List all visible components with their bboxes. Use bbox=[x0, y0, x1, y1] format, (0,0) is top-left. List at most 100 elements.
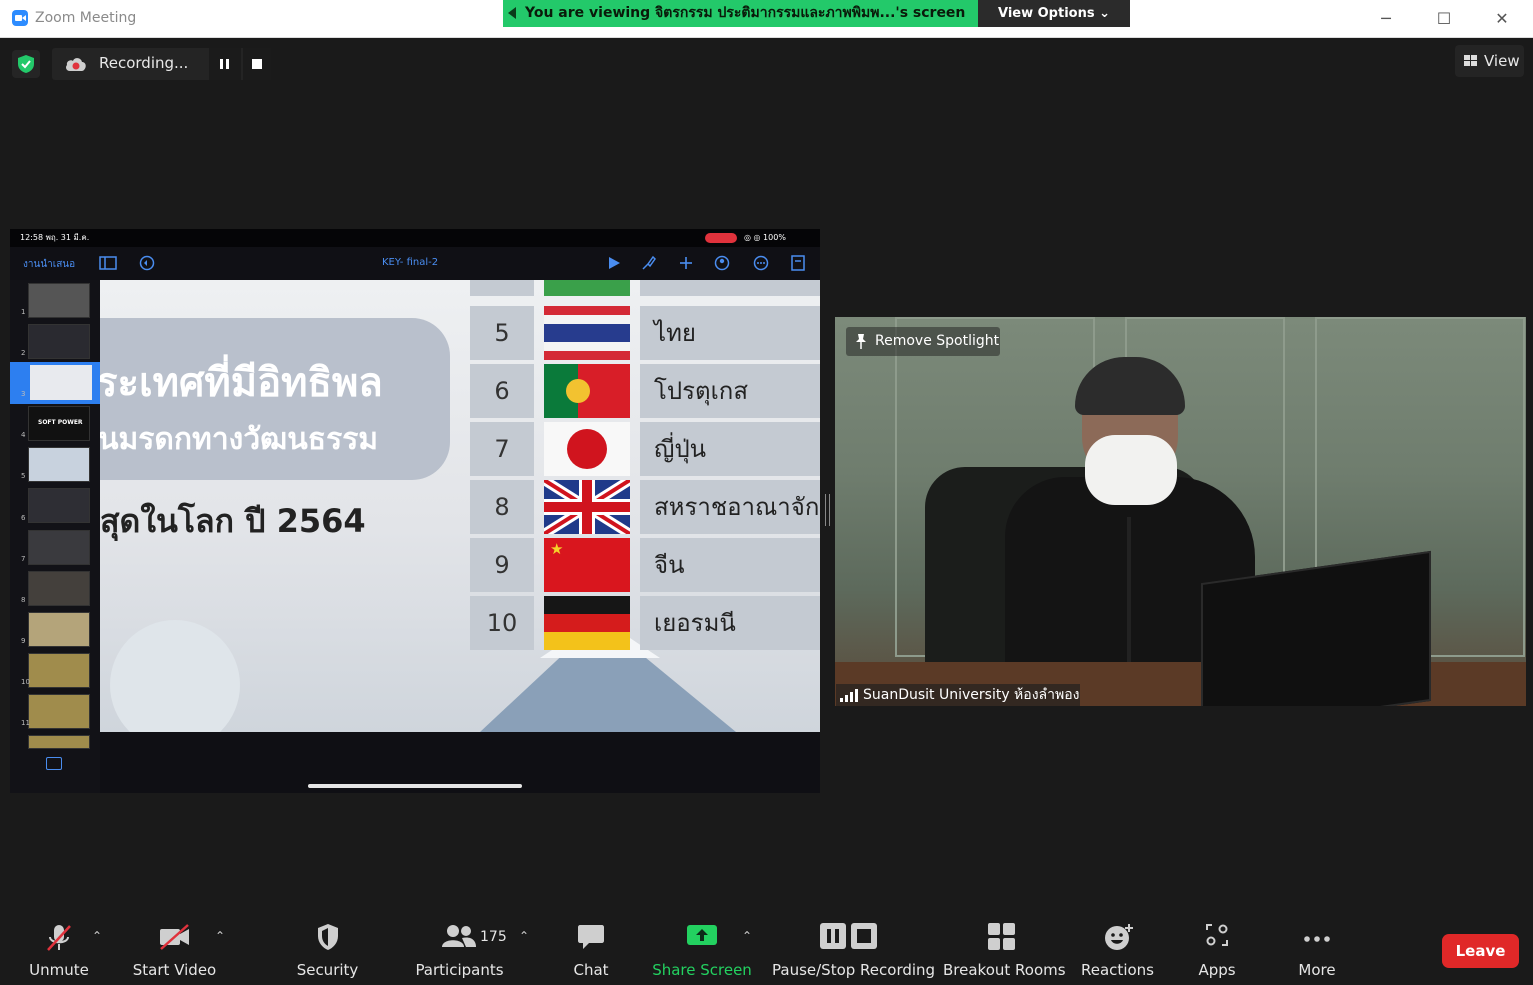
stop-recording-button[interactable] bbox=[243, 48, 271, 80]
thumb-number: 2 bbox=[21, 349, 26, 357]
participants-label: Participants bbox=[415, 961, 504, 979]
viewing-share-text: You are viewing จิตรกรรม ประติมากรรมและภ… bbox=[525, 5, 966, 21]
participants-options-caret[interactable]: ⌃ bbox=[519, 929, 529, 943]
collaborate-icon bbox=[714, 255, 730, 271]
country-name: ไทย bbox=[640, 306, 820, 360]
rank-number: 10 bbox=[470, 596, 534, 650]
more-label: More bbox=[1298, 961, 1336, 979]
microphone-muted-icon bbox=[47, 925, 71, 951]
undo-icon bbox=[139, 255, 155, 271]
grid-view-icon bbox=[1464, 55, 1477, 66]
pane-resize-handle[interactable] bbox=[825, 494, 830, 526]
cloud-recording-icon bbox=[66, 58, 86, 71]
thumb-number: 10 bbox=[21, 678, 30, 686]
slide-thumbnail[interactable] bbox=[28, 488, 90, 523]
rank-number: 7 bbox=[470, 422, 534, 476]
participant-name-tag: SuanDusit University ห้องลำพอง bbox=[836, 684, 1080, 706]
start-video-button[interactable]: Start Video bbox=[132, 905, 217, 985]
slide-thumbnail[interactable] bbox=[28, 694, 90, 729]
participants-icon bbox=[442, 925, 476, 947]
pause-recording-button[interactable] bbox=[209, 48, 241, 80]
rank-number bbox=[470, 280, 534, 296]
sidebar-icon bbox=[99, 256, 117, 270]
slide-title-line2: นมรดกทางวัฒนธรรม bbox=[100, 422, 379, 457]
pause-stop-recording-button[interactable]: Pause/Stop Recording bbox=[772, 905, 935, 985]
country-name: เยอรมนี bbox=[640, 596, 820, 650]
rank-row: 8 สหราชอาณาจักร bbox=[470, 480, 820, 534]
current-slide: ระเทศที่มีอิทธิพล นมรดกทางวัฒนธรรม สุดใน… bbox=[100, 280, 820, 732]
pause-stop-icon bbox=[820, 923, 877, 949]
unmute-button[interactable]: Unmute bbox=[20, 905, 98, 985]
apps-icon bbox=[1206, 924, 1228, 946]
uk-flag-icon bbox=[544, 480, 630, 534]
reactions-button[interactable]: Reactions bbox=[1080, 905, 1155, 985]
start-video-label: Start Video bbox=[132, 961, 217, 979]
video-options-caret[interactable]: ⌃ bbox=[215, 929, 225, 943]
security-shield-icon bbox=[318, 924, 338, 950]
slide-navigator: 1 2 3 SOFT POWER 4 5 6 7 8 9 10 11 bbox=[10, 280, 100, 793]
slide-thumbnail[interactable] bbox=[28, 324, 90, 359]
signal-strength-icon bbox=[840, 689, 858, 702]
breakout-rooms-label: Breakout Rooms bbox=[943, 961, 1066, 979]
japan-flag-icon bbox=[544, 422, 630, 476]
recording-label: Recording... bbox=[99, 54, 189, 72]
ipad-time: 12:58 พฤ. 31 มี.ค. bbox=[20, 233, 90, 242]
apps-button[interactable]: Apps bbox=[1188, 905, 1246, 985]
remove-spotlight-label: Remove Spotlight bbox=[875, 333, 1000, 349]
close-button[interactable]: ✕ bbox=[1489, 6, 1515, 32]
meeting-info-button[interactable] bbox=[12, 50, 40, 78]
security-button[interactable]: Security bbox=[290, 905, 365, 985]
chat-button[interactable]: Chat bbox=[560, 905, 622, 985]
video-face-mask bbox=[1085, 435, 1177, 505]
slide-thumbnail[interactable]: SOFT POWER bbox=[28, 406, 90, 441]
slide-thumbnail[interactable] bbox=[28, 612, 90, 647]
keynote-presentations-link: งานนำเสนอ bbox=[23, 259, 76, 270]
rank-number: 9 bbox=[470, 538, 534, 592]
slide-thumbnail[interactable] bbox=[28, 283, 90, 318]
chat-bubble-icon bbox=[578, 925, 604, 949]
zoom-meeting-window: Zoom Meeting You are viewing จิตรกรรม ปร… bbox=[0, 0, 1533, 985]
rank-row-partial bbox=[470, 280, 820, 296]
view-button[interactable]: View bbox=[1455, 45, 1524, 77]
thumb-number: 7 bbox=[21, 555, 26, 563]
speaker-icon bbox=[508, 7, 516, 19]
share-options-caret[interactable]: ⌃ bbox=[742, 929, 752, 943]
slide-thumbnail[interactable] bbox=[28, 571, 90, 606]
viewing-share-banner: You are viewing จิตรกรรม ประติมากรรมและภ… bbox=[503, 0, 978, 27]
view-label: View bbox=[1484, 52, 1520, 70]
shared-screen[interactable]: 12:58 พฤ. 31 มี.ค. ◎ ◎ 100% งานนำเสนอ KE… bbox=[10, 229, 820, 793]
rank-row: 6 โปรตุเกส bbox=[470, 364, 820, 418]
breakout-rooms-button[interactable]: Breakout Rooms bbox=[943, 905, 1066, 985]
rank-row: 10 เยอรมนี bbox=[470, 596, 820, 650]
leave-button[interactable]: Leave bbox=[1442, 934, 1519, 968]
slide-thumbnail[interactable] bbox=[28, 735, 90, 749]
country-name: โปรตุเกส bbox=[640, 364, 820, 418]
breakout-rooms-grid-icon bbox=[988, 923, 1015, 950]
shield-check-icon bbox=[18, 55, 34, 73]
thumb-number: 1 bbox=[21, 308, 26, 316]
add-slide-icon[interactable] bbox=[46, 757, 62, 770]
participants-button[interactable]: 175 Participants bbox=[412, 905, 507, 985]
thailand-flag-icon bbox=[544, 306, 630, 360]
meeting-toolbar: Unmute ⌃ Start Video ⌃ Security 175 Part… bbox=[0, 905, 1533, 985]
share-screen-button[interactable]: Share Screen bbox=[652, 905, 752, 985]
title-bar: Zoom Meeting You are viewing จิตรกรรม ปร… bbox=[0, 0, 1533, 38]
minimize-button[interactable]: ─ bbox=[1373, 6, 1399, 32]
slide-title-line3: สุดในโลก ปี 2564 bbox=[100, 502, 366, 540]
audio-options-caret[interactable]: ⌃ bbox=[92, 929, 102, 943]
thumb-number: 5 bbox=[21, 472, 26, 480]
rank-row: 9 ★ จีน bbox=[470, 538, 820, 592]
thumb-title: SOFT POWER bbox=[38, 419, 83, 426]
view-options-button[interactable]: View Options ⌄ bbox=[978, 0, 1130, 27]
rank-number: 6 bbox=[470, 364, 534, 418]
remove-spotlight-button[interactable]: Remove Spotlight bbox=[846, 327, 1000, 356]
slide-title-line1: ระเทศที่มีอิทธิพล bbox=[100, 360, 383, 406]
maximize-button[interactable]: ☐ bbox=[1431, 6, 1457, 32]
slide-thumbnail[interactable] bbox=[28, 447, 90, 482]
slide-thumbnail[interactable] bbox=[28, 530, 90, 565]
slide-thumbnail[interactable] bbox=[28, 653, 90, 688]
more-button[interactable]: More bbox=[1288, 905, 1346, 985]
participant-video-tile[interactable] bbox=[835, 317, 1526, 706]
zoom-logo-icon bbox=[12, 10, 28, 26]
rank-number: 8 bbox=[470, 480, 534, 534]
